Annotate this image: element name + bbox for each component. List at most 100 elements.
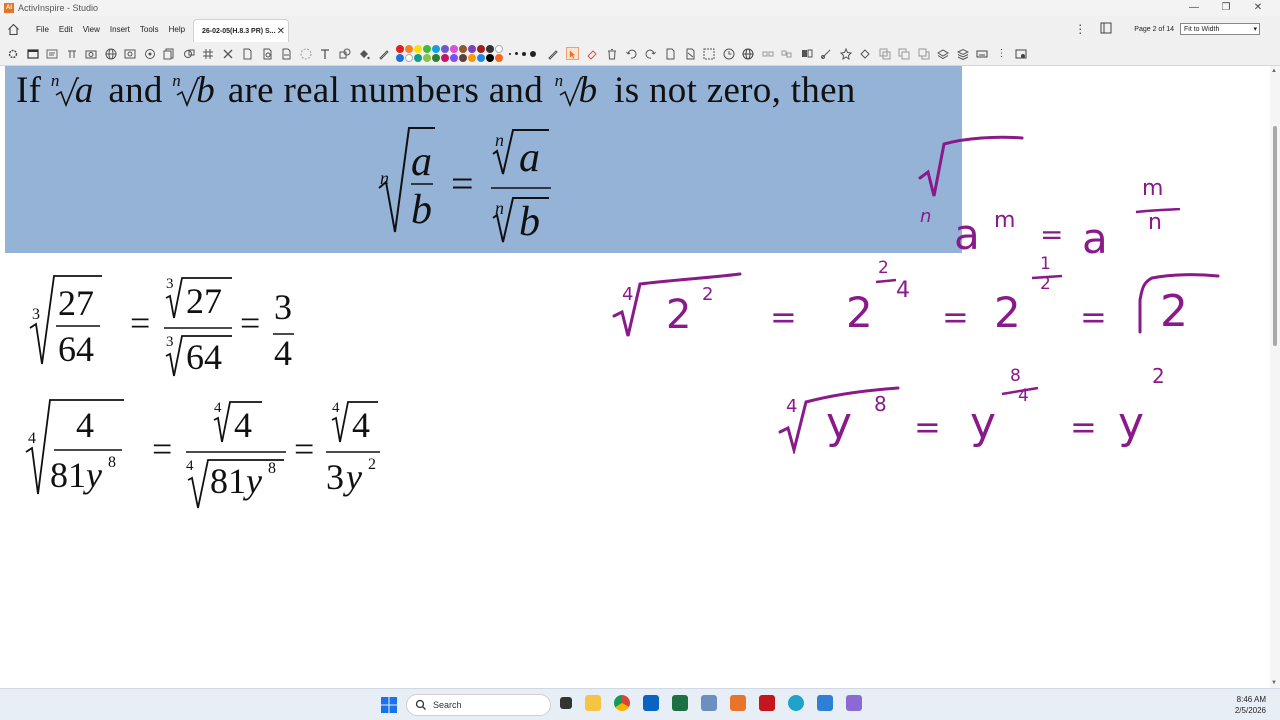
settings-gear-icon[interactable] [7, 47, 20, 60]
magnify-page-icon[interactable] [260, 47, 273, 60]
connector-icon[interactable] [820, 47, 833, 60]
color-swatch[interactable] [405, 45, 413, 53]
activinspire-icon[interactable] [730, 695, 746, 711]
home-icon[interactable] [2, 18, 24, 40]
pen-width-thin[interactable] [509, 52, 511, 55]
pi-symbol-icon[interactable] [65, 47, 78, 60]
screen-recorder-icon[interactable] [124, 47, 137, 60]
flipchart-tab[interactable]: 26-02-05(H.8.3 PR) S... ✕ [193, 19, 289, 42]
color-swatch[interactable] [432, 45, 440, 53]
color-swatch[interactable] [441, 54, 449, 62]
color-swatch[interactable] [486, 54, 494, 62]
more-options-icon[interactable]: ⋮ [1074, 22, 1086, 36]
group-icon[interactable] [761, 47, 774, 60]
color-swatch[interactable] [441, 45, 449, 53]
eraser-icon[interactable] [586, 47, 599, 60]
redo-icon[interactable] [644, 47, 657, 60]
pen-icon[interactable] [377, 47, 390, 60]
select-cursor-icon[interactable] [566, 47, 579, 60]
chrome-icon[interactable] [614, 695, 630, 711]
notepad-icon[interactable] [817, 695, 833, 711]
scroll-up-icon[interactable]: ▲ [1271, 68, 1277, 74]
close-window-button[interactable]: ✕ [1242, 0, 1274, 16]
minimize-button[interactable]: — [1178, 0, 1210, 16]
color-swatch[interactable] [423, 54, 431, 62]
delete-icon[interactable] [605, 47, 618, 60]
menu-view[interactable]: View [83, 25, 100, 34]
pen-width-small[interactable] [515, 52, 518, 55]
keyboard-icon[interactable] [976, 47, 989, 60]
acrobat-icon[interactable] [759, 695, 775, 711]
color-swatch[interactable] [423, 45, 431, 53]
shapes-icon[interactable] [338, 47, 351, 60]
color-swatch[interactable] [459, 54, 467, 62]
ruler-tools-icon[interactable] [221, 47, 234, 60]
globe-icon[interactable] [742, 47, 755, 60]
color-swatch[interactable] [396, 45, 404, 53]
display-icon[interactable] [26, 47, 39, 60]
undo-icon[interactable] [625, 47, 638, 60]
duplicate-icon[interactable] [878, 47, 891, 60]
zoom-select[interactable]: Fit to Width ▾ [1180, 23, 1260, 35]
outlook-icon[interactable] [643, 695, 659, 711]
color-swatch[interactable] [459, 45, 467, 53]
vertical-scrollbar[interactable]: ▲ ▼ [1270, 66, 1280, 688]
excel-icon[interactable] [672, 695, 688, 711]
reset-icon[interactable] [859, 47, 872, 60]
pages-icon[interactable] [163, 47, 176, 60]
color-swatch[interactable] [432, 54, 440, 62]
flipchart-canvas[interactable]: If n a and n b are real numbers and n b … [0, 66, 1270, 688]
menu-file[interactable]: File [36, 25, 49, 34]
restore-button[interactable]: ❐ [1210, 0, 1242, 16]
system-clock[interactable]: 8:46 AM 2/5/2026 [1235, 694, 1266, 716]
menu-tools[interactable]: Tools [140, 25, 159, 34]
color-swatch[interactable] [477, 45, 485, 53]
text-tool-icon[interactable] [46, 47, 59, 60]
color-swatch[interactable] [405, 54, 413, 62]
revealer-icon[interactable] [280, 47, 293, 60]
color-swatch[interactable] [450, 54, 458, 62]
color-swatch[interactable] [414, 45, 422, 53]
favorite-icon[interactable] [839, 47, 852, 60]
menu-insert[interactable]: Insert [110, 25, 130, 34]
menu-help[interactable]: Help [169, 25, 185, 34]
color-swatch[interactable] [396, 54, 404, 62]
dice-icon[interactable] [299, 47, 312, 60]
web-browser-icon[interactable] [104, 47, 117, 60]
color-swatch[interactable] [477, 54, 485, 62]
grid-icon[interactable] [202, 47, 215, 60]
toolbar-more-icon[interactable]: ⋮ [995, 47, 1008, 60]
snipping-tool-icon[interactable] [846, 695, 862, 711]
color-swatch[interactable] [414, 54, 422, 62]
reset-page-icon[interactable] [664, 47, 677, 60]
pen-tool-icon[interactable] [547, 47, 560, 60]
scroll-thumb[interactable] [1273, 126, 1277, 346]
fill-bucket-icon[interactable] [358, 47, 371, 60]
send-backward-icon[interactable] [917, 47, 930, 60]
camera-snapshot-icon[interactable] [703, 47, 716, 60]
taskbar-search-box[interactable]: Search [406, 694, 551, 716]
layer-stack-icon[interactable] [956, 47, 969, 60]
pen-width-large[interactable] [530, 50, 536, 57]
color-swatch[interactable] [495, 54, 503, 62]
task-view-icon[interactable] [560, 697, 572, 709]
shape-tool-icon[interactable] [182, 47, 195, 60]
color-swatch[interactable] [486, 45, 494, 53]
spotlight-icon[interactable] [143, 47, 156, 60]
windows-start-icon[interactable] [380, 696, 398, 714]
ungroup-icon[interactable] [781, 47, 794, 60]
color-swatch[interactable] [495, 45, 503, 53]
scroll-down-icon[interactable]: ▼ [1271, 680, 1277, 686]
control-panel-icon[interactable] [701, 695, 717, 711]
file-explorer-icon[interactable] [585, 695, 601, 711]
camera-icon[interactable] [85, 47, 98, 60]
page-browser-icon[interactable] [1100, 22, 1112, 37]
text-icon[interactable] [319, 47, 332, 60]
edge-icon[interactable] [788, 695, 804, 711]
color-swatch[interactable] [468, 45, 476, 53]
clear-icon[interactable] [683, 47, 696, 60]
dual-screen-icon[interactable] [800, 47, 813, 60]
pen-width-medium[interactable] [522, 51, 526, 56]
layers-icon[interactable] [937, 47, 950, 60]
bring-forward-icon[interactable] [898, 47, 911, 60]
